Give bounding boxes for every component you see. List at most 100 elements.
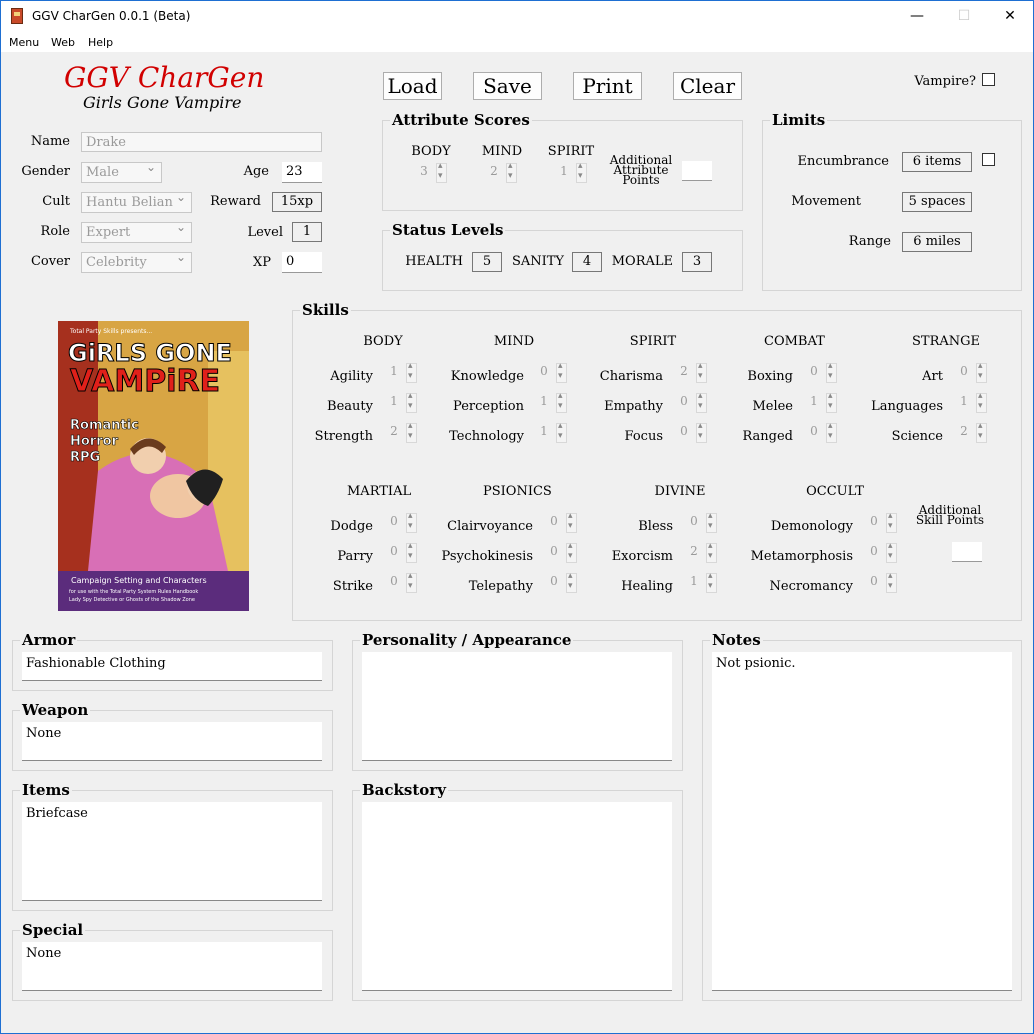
spinner-arrows-icon[interactable] <box>566 541 577 563</box>
additional-attribute-points-label: Additional Attribute Points <box>609 153 673 187</box>
spinner-arrows-icon[interactable] <box>556 391 567 413</box>
skill-ranged-value: 0 <box>810 424 818 438</box>
save-button[interactable]: Save <box>473 72 542 100</box>
menu-web[interactable]: Web <box>51 36 75 49</box>
skill-beauty-label: Beauty <box>327 399 373 414</box>
spinner-arrows-icon[interactable] <box>556 361 567 383</box>
print-button[interactable]: Print <box>573 72 642 100</box>
skill-languages-spinner[interactable]: 1 <box>953 391 987 413</box>
skill-exorcism-value: 2 <box>690 544 698 558</box>
skill-psychokinesis-spinner[interactable]: 0 <box>543 541 577 563</box>
skill-empathy-label: Empathy <box>604 399 663 414</box>
skill-science-label: Science <box>891 429 943 444</box>
skill-art-spinner[interactable]: 0 <box>953 361 987 383</box>
skill-telepathy-spinner[interactable]: 0 <box>543 571 577 593</box>
spinner-arrows-icon[interactable] <box>576 161 587 183</box>
spinner-arrows-icon[interactable] <box>976 421 987 443</box>
spinner-arrows-icon[interactable] <box>976 361 987 383</box>
skill-clairvoyance-spinner[interactable]: 0 <box>543 511 577 533</box>
morale-value: 3 <box>682 252 712 272</box>
spinner-arrows-icon[interactable] <box>706 511 717 533</box>
notes-field[interactable]: Not psionic. <box>712 652 1012 991</box>
maximize-button[interactable]: ☐ <box>941 1 987 32</box>
encumbrance-checkbox[interactable] <box>982 153 995 166</box>
skill-strength-value: 2 <box>390 424 398 438</box>
skill-parry-spinner[interactable]: 0 <box>383 541 417 563</box>
skill-knowledge-label: Knowledge <box>450 369 524 384</box>
skill-necromancy-label: Necromancy <box>769 579 853 594</box>
spinner-arrows-icon[interactable] <box>706 571 717 593</box>
skill-melee-spinner[interactable]: 1 <box>803 391 837 413</box>
health-label: HEALTH <box>405 254 463 269</box>
spinner-arrows-icon[interactable] <box>436 161 447 183</box>
skill-healing-spinner[interactable]: 1 <box>683 571 717 593</box>
spinner-arrows-icon[interactable] <box>566 511 577 533</box>
skill-knowledge-spinner[interactable]: 0 <box>533 361 567 383</box>
cover-footer-line-1: Campaign Setting and Characters <box>71 576 207 585</box>
armor-field[interactable]: Fashionable Clothing <box>22 652 322 681</box>
skill-boxing-spinner[interactable]: 0 <box>803 361 837 383</box>
items-field[interactable]: Briefcase <box>22 802 322 901</box>
skill-perception-spinner[interactable]: 1 <box>533 391 567 413</box>
spinner-arrows-icon[interactable] <box>696 361 707 383</box>
spinner-arrows-icon[interactable] <box>976 391 987 413</box>
gender-select[interactable]: Male <box>81 162 162 183</box>
spinner-arrows-icon[interactable] <box>696 421 707 443</box>
special-field[interactable]: None <box>22 942 322 991</box>
skill-beauty-spinner[interactable]: 1 <box>383 391 417 413</box>
skill-ranged-spinner[interactable]: 0 <box>803 421 837 443</box>
spinner-arrows-icon[interactable] <box>706 541 717 563</box>
load-button[interactable]: Load <box>383 72 442 100</box>
spinner-arrows-icon[interactable] <box>886 511 897 533</box>
additional-attribute-points-field[interactable] <box>682 161 712 181</box>
attr-body-spinner[interactable]: 3 <box>413 161 447 183</box>
encumbrance-value: 6 items <box>902 152 972 172</box>
skill-bless-spinner[interactable]: 0 <box>683 511 717 533</box>
skill-dodge-spinner[interactable]: 0 <box>383 511 417 533</box>
name-field[interactable]: Drake <box>81 132 322 152</box>
skill-science-spinner[interactable]: 2 <box>953 421 987 443</box>
attr-mind-spinner[interactable]: 2 <box>483 161 517 183</box>
close-button[interactable]: ✕ <box>987 1 1033 32</box>
weapon-field[interactable]: None <box>22 722 322 761</box>
cult-select[interactable]: Hantu Belian <box>81 192 192 213</box>
attr-mind-label: MIND <box>481 144 523 159</box>
name-label: Name <box>30 134 70 149</box>
skill-exorcism-spinner[interactable]: 2 <box>683 541 717 563</box>
additional-skill-points-field[interactable] <box>952 542 982 562</box>
spinner-arrows-icon[interactable] <box>566 571 577 593</box>
skill-focus-spinner[interactable]: 0 <box>673 421 707 443</box>
spinner-arrows-icon[interactable] <box>886 541 897 563</box>
skill-demonology-spinner[interactable]: 0 <box>863 511 897 533</box>
age-field[interactable]: 23 <box>282 162 322 183</box>
skill-strike-spinner[interactable]: 0 <box>383 571 417 593</box>
skill-empathy-spinner[interactable]: 0 <box>673 391 707 413</box>
minimize-button[interactable]: — <box>894 1 940 32</box>
skill-melee-value: 1 <box>810 394 818 408</box>
skill-technology-spinner[interactable]: 1 <box>533 421 567 443</box>
role-select[interactable]: Expert <box>81 222 192 243</box>
menu-menu[interactable]: Menu <box>9 36 39 49</box>
skill-metamorphosis-spinner[interactable]: 0 <box>863 541 897 563</box>
spinner-arrows-icon[interactable] <box>826 391 837 413</box>
skill-strength-spinner[interactable]: 2 <box>383 421 417 443</box>
spinner-arrows-icon[interactable] <box>826 361 837 383</box>
spinner-arrows-icon[interactable] <box>556 421 567 443</box>
personality-field[interactable] <box>362 652 672 761</box>
menu-help[interactable]: Help <box>88 36 113 49</box>
spinner-arrows-icon[interactable] <box>826 421 837 443</box>
spinner-arrows-icon[interactable] <box>696 391 707 413</box>
xp-field[interactable]: 0 <box>282 252 322 273</box>
skill-charisma-spinner[interactable]: 2 <box>673 361 707 383</box>
attr-spirit-spinner[interactable]: 1 <box>553 161 587 183</box>
clear-button[interactable]: Clear <box>673 72 742 100</box>
skill-necromancy-spinner[interactable]: 0 <box>863 571 897 593</box>
skill-agility-spinner[interactable]: 1 <box>383 361 417 383</box>
spinner-arrows-icon[interactable] <box>506 161 517 183</box>
vampire-checkbox[interactable] <box>982 73 995 86</box>
cover-select[interactable]: Celebrity <box>81 252 192 273</box>
skill-charisma-label: Charisma <box>599 369 663 384</box>
spinner-arrows-icon[interactable] <box>886 571 897 593</box>
backstory-field[interactable] <box>362 802 672 991</box>
skill-necromancy-value: 0 <box>870 574 878 588</box>
